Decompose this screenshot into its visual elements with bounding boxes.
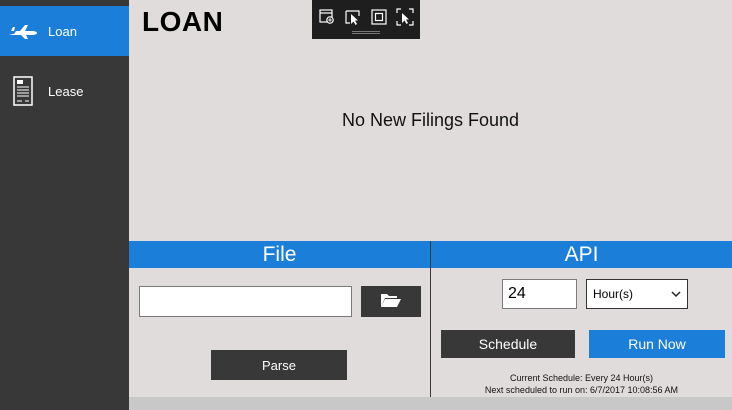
folder-open-icon [380,292,402,311]
toolbar-grip[interactable] [352,31,380,34]
browse-button[interactable] [361,286,421,317]
parse-button[interactable]: Parse [211,350,347,380]
live-visual-tree-icon[interactable] [318,8,336,26]
select-element-icon[interactable] [344,8,362,26]
display-layout-adorners-icon[interactable] [370,8,388,26]
interval-unit-value: Hour(s) [593,287,634,301]
sidebar-item-loan[interactable]: Loan [0,6,129,56]
file-panel-header: File [129,241,430,268]
empty-state-message: No New Filings Found [341,110,520,130]
page-title: LOAN [142,6,224,37]
bottom-bar [129,397,732,410]
sidebar-item-lease[interactable]: Lease [0,66,129,116]
interval-input[interactable] [502,279,577,309]
document-icon [8,76,38,106]
next-run-text: Next scheduled to run on: 6/7/2017 10:08… [484,385,679,395]
file-path-input[interactable] [139,286,352,317]
track-focus-icon[interactable] [396,8,414,26]
sidebar-item-label: Lease [48,83,84,99]
schedule-button[interactable]: Schedule [441,330,575,358]
current-schedule-text: Current Schedule: Every 24 Hour(s) [509,373,654,383]
sidebar: Loan Lease [0,0,129,410]
chevron-down-icon [671,287,681,301]
interval-unit-select[interactable]: Hour(s) [586,279,688,309]
run-now-button[interactable]: Run Now [589,330,725,358]
sidebar-item-label: Loan [48,23,77,39]
debug-toolbar [312,0,420,39]
api-panel-header: API [431,241,732,268]
main-content: LOAN No New Filings Found File Parse API… [129,0,732,410]
airplane-icon [8,22,38,40]
